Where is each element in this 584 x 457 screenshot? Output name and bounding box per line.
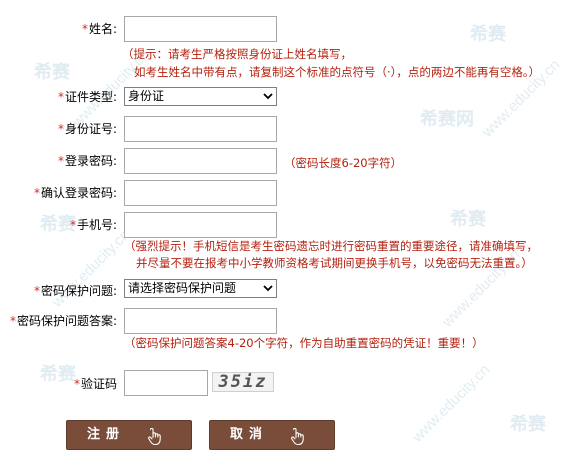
cancel-button[interactable]: 取消 xyxy=(209,420,335,450)
id-number-input[interactable] xyxy=(125,117,276,141)
security-question-selected-value: 请选择密码保护问题 xyxy=(128,281,237,295)
name-hint-line-1: （提示：请考生严格按照身份证上姓名填写， xyxy=(122,47,352,61)
captcha-image[interactable]: 35iz xyxy=(212,372,274,392)
hand-pointer-icon xyxy=(291,428,304,446)
password-input[interactable] xyxy=(125,149,276,173)
security-answer-hint: （密码保护问题答案4-20个字符，作为自助重置密码的凭证！重要！） xyxy=(124,336,484,350)
captcha-label: *验证码 xyxy=(73,377,117,391)
phone-field-box xyxy=(124,212,277,238)
watermark-brand: 希赛 xyxy=(450,209,486,229)
required-star: * xyxy=(9,314,16,328)
confirm-password-field-box xyxy=(124,180,277,206)
captcha-input[interactable] xyxy=(125,371,207,395)
required-star: * xyxy=(73,377,80,391)
phone-hint-line-2: 并尽量不要在报考中小学教师资格考试期间更换手机号，以免密码无法重置。） xyxy=(136,256,533,270)
chevron-down-icon xyxy=(263,93,273,100)
id-type-label: *证件类型: xyxy=(57,90,117,104)
security-answer-label: *密码保护问题答案: xyxy=(9,314,117,328)
required-star: * xyxy=(33,284,40,298)
confirm-password-label: *确认登录密码: xyxy=(33,186,117,200)
password-label: *登录密码: xyxy=(57,154,117,168)
password-hint: （密码长度6-20字符） xyxy=(284,156,403,170)
watermark-brand: 希赛 xyxy=(40,364,76,384)
chevron-down-icon xyxy=(263,285,273,292)
register-button-label: 注册 xyxy=(87,427,126,442)
phone-input[interactable] xyxy=(125,213,276,237)
security-answer-field-box xyxy=(124,308,277,334)
security-answer-input[interactable] xyxy=(125,309,276,333)
name-field-box xyxy=(124,16,277,42)
watermark-brand: 希赛 xyxy=(34,62,70,82)
watermark-brand: 希赛 xyxy=(470,24,506,44)
watermark-brand-net: 希赛网 xyxy=(420,109,474,129)
required-star: * xyxy=(57,90,64,104)
name-hint-line-2: 如考生姓名中带有点，请复制这个标准的点符号（·），点的两边不能再有空格。） xyxy=(134,65,541,79)
id-number-field-box xyxy=(124,116,277,142)
password-field-box xyxy=(124,148,277,174)
phone-hint-line-1: （强烈提示！手机短信是考生密码遗忘时进行密码重置的重要途径，请准确填写， xyxy=(124,239,538,253)
required-star: * xyxy=(69,218,76,232)
watermark-url: www.educity.cn xyxy=(48,226,134,311)
register-button[interactable]: 注册 xyxy=(66,420,192,450)
security-question-label: *密码保护问题: xyxy=(33,284,117,298)
captcha-field-box xyxy=(124,370,208,396)
required-star: * xyxy=(57,122,64,136)
required-star: * xyxy=(57,154,64,168)
cancel-button-label: 取消 xyxy=(230,427,269,442)
name-label: *姓名: xyxy=(81,22,117,36)
security-question-select[interactable]: 请选择密码保护问题 xyxy=(124,279,277,298)
watermark-brand: 希赛 xyxy=(510,414,546,434)
phone-label: *手机号: xyxy=(69,218,117,232)
name-input[interactable] xyxy=(125,17,276,41)
required-star: * xyxy=(33,186,40,200)
id-type-selected-value: 身份证 xyxy=(128,89,165,103)
id-type-select[interactable]: 身份证 xyxy=(124,87,277,106)
hand-pointer-icon xyxy=(148,428,161,446)
required-star: * xyxy=(81,22,88,36)
confirm-password-input[interactable] xyxy=(125,181,276,205)
id-number-label: *身份证号: xyxy=(57,122,117,136)
watermark-url: www.educity.cn xyxy=(408,361,494,446)
